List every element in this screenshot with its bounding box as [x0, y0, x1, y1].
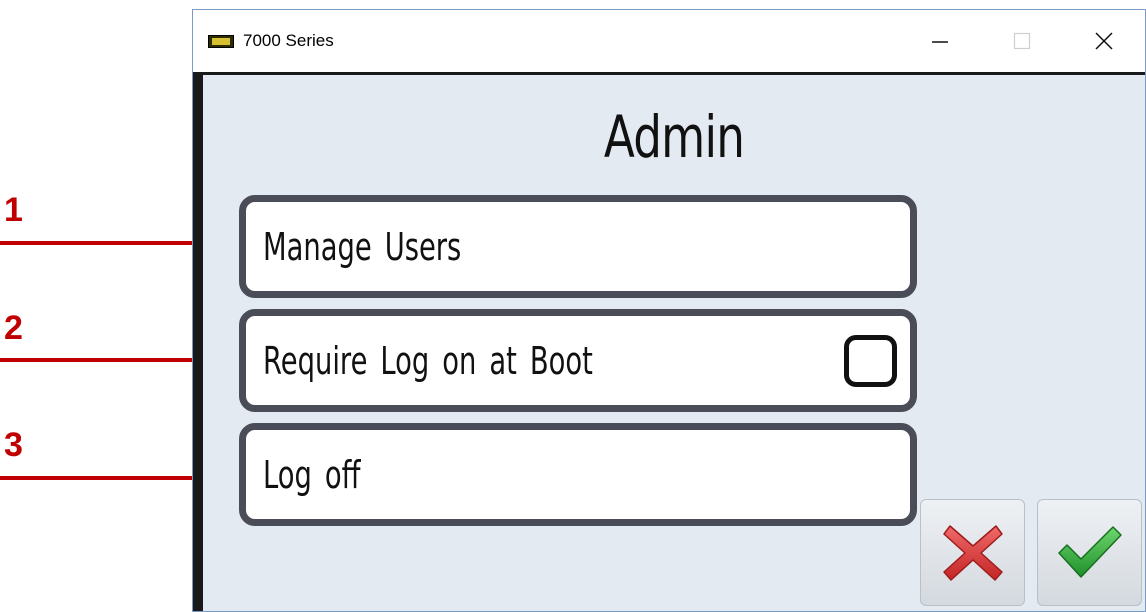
require-logon-at-boot-row[interactable]: Require Log on at Boot [239, 309, 917, 412]
maximize-icon [1013, 32, 1031, 50]
manage-users-button[interactable]: Manage Users [239, 195, 917, 298]
manage-users-label: Manage Users [263, 224, 462, 269]
maximize-button[interactable] [981, 10, 1063, 72]
minimize-button[interactable] [899, 10, 981, 72]
app-icon [208, 34, 234, 48]
app-window: 7000 Series Admin Manage Users Require L… [192, 9, 1146, 612]
callout-number-1: 1 [4, 191, 23, 229]
minimize-icon [932, 41, 948, 43]
confirm-check-icon [1057, 525, 1122, 578]
page-title: Admin [603, 103, 745, 171]
callout-number-3: 3 [4, 426, 23, 464]
confirm-button[interactable] [1037, 499, 1142, 606]
client-area: Admin Manage Users Require Log on at Boo… [193, 72, 1145, 611]
close-icon [1095, 32, 1113, 50]
log-off-button[interactable]: Log off [239, 423, 917, 526]
cancel-button[interactable] [920, 499, 1025, 606]
log-off-label: Log off [263, 452, 361, 497]
callout-number-2: 2 [4, 309, 23, 347]
screenshot-page: 1 2 3 7000 Series Admin Manage Users Req… [0, 0, 1146, 612]
window-title: 7000 Series [243, 31, 334, 50]
close-button[interactable] [1063, 10, 1145, 72]
cancel-x-icon [942, 524, 1003, 581]
title-bar[interactable]: 7000 Series [193, 10, 1145, 72]
window-controls [899, 10, 1145, 72]
require-logon-at-boot-checkbox[interactable] [844, 334, 897, 387]
require-logon-at-boot-label: Require Log on at Boot [263, 338, 593, 383]
